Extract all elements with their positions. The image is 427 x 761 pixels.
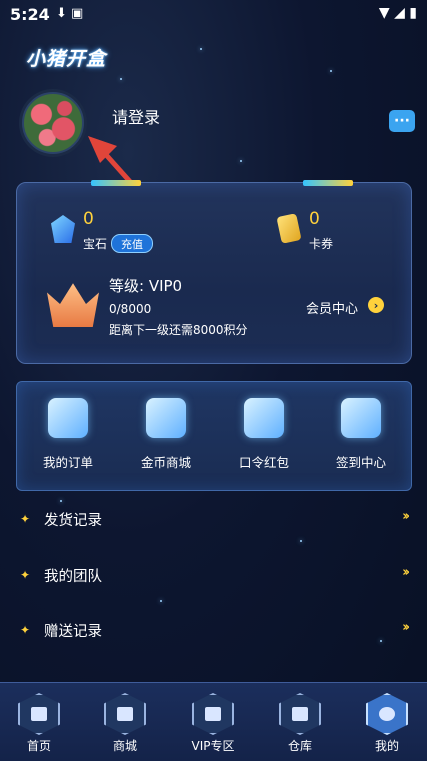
bottom-navigation: 首页 商城 VIP专区 仓库 我的 [0,682,427,761]
next-level-hint: 距离下一级还需8000积分 [109,323,248,337]
app-title: 小猪开盒 [26,48,107,70]
gem-count: 0 [83,209,94,229]
quick-action-coin-mall[interactable]: 金币商城 [117,398,215,471]
sparkle-icon: ✦ [20,568,31,582]
mall-icon [104,693,146,735]
double-chevron-right-icon: ›› [402,620,410,635]
sparkle-icon: ✦ [20,512,31,526]
star [300,540,302,542]
menu-item-label: 发货记录 [44,513,102,529]
card-decoration [91,180,141,186]
warehouse-icon [279,693,321,735]
gem-icon [51,215,75,243]
vip-icon [192,693,234,735]
nav-label: 仓库 [287,739,312,753]
menu-item-shipping-records[interactable]: ✦ 发货记录 ›› [0,500,427,540]
quick-action-label: 金币商城 [140,455,191,470]
status-time: 5:24 [10,5,50,24]
nav-label: 我的 [374,739,399,753]
star [240,160,242,162]
coupon-count: 0 [309,209,320,229]
quick-action-label: 口令红包 [238,455,289,470]
home-icon [18,693,60,735]
quick-action-red-packet[interactable]: 口令红包 [215,398,313,471]
sparkle-icon: ✦ [20,623,31,637]
double-chevron-right-icon: ›› [402,509,410,524]
recharge-button[interactable]: 充值 [111,234,153,253]
nav-profile[interactable]: 我的 [352,693,422,754]
member-center-link[interactable]: 会员中心 [306,298,358,317]
quick-action-checkin[interactable]: 签到中心 [312,398,410,471]
system-icons: ▼ ◢ ▮ [378,5,417,21]
coin-mall-icon [146,398,186,438]
star [120,78,122,80]
vip-card: 0 宝石 充值 0 卡券 等级: VIP0 0/8000 距离下一级还需8000… [16,180,412,364]
nav-label: 商城 [112,739,137,753]
nav-label: VIP专区 [191,739,235,753]
profile-icon [366,693,408,735]
quick-action-label: 签到中心 [335,455,386,470]
card-decoration [303,180,353,186]
nav-label: 首页 [26,739,51,753]
red-packet-icon [244,398,284,438]
star [160,600,162,602]
status-bar: 5:24 ⬇ ▣ ▼ ◢ ▮ [0,0,427,30]
login-link[interactable]: 请登录 [112,104,160,128]
checkin-icon [341,398,381,438]
star [200,48,202,50]
chevron-right-icon[interactable]: › [368,297,384,313]
menu-item-gift-records[interactable]: ✦ 赠送记录 ›› [0,611,427,651]
quick-actions-panel: 我的订单 金币商城 口令红包 签到中心 [16,381,412,491]
gem-label: 宝石 [83,237,108,251]
menu-item-label: 赠送记录 [44,624,102,640]
nav-warehouse[interactable]: 仓库 [265,693,335,754]
nav-mall[interactable]: 商城 [90,693,160,754]
coupon-label[interactable]: 卡券 [309,235,333,252]
double-chevron-right-icon: ›› [402,565,410,580]
crown-icon [47,283,99,327]
quick-action-orders[interactable]: 我的订单 [19,398,117,471]
notification-icons: ⬇ ▣ [56,6,84,21]
nav-vip[interactable]: VIP专区 [178,693,248,754]
quick-action-label: 我的订单 [42,455,93,470]
menu-item-label: 我的团队 [44,569,102,585]
coupon-icon [276,213,302,244]
chat-bubble-icon[interactable]: ··· [389,110,415,132]
order-icon [48,398,88,438]
avatar[interactable] [22,92,84,154]
points-progress: 0/8000 [109,302,152,316]
menu-item-my-team[interactable]: ✦ 我的团队 ›› [0,556,427,596]
star [330,70,332,72]
vip-level: 等级: VIP0 [109,277,183,295]
nav-home[interactable]: 首页 [4,693,74,754]
